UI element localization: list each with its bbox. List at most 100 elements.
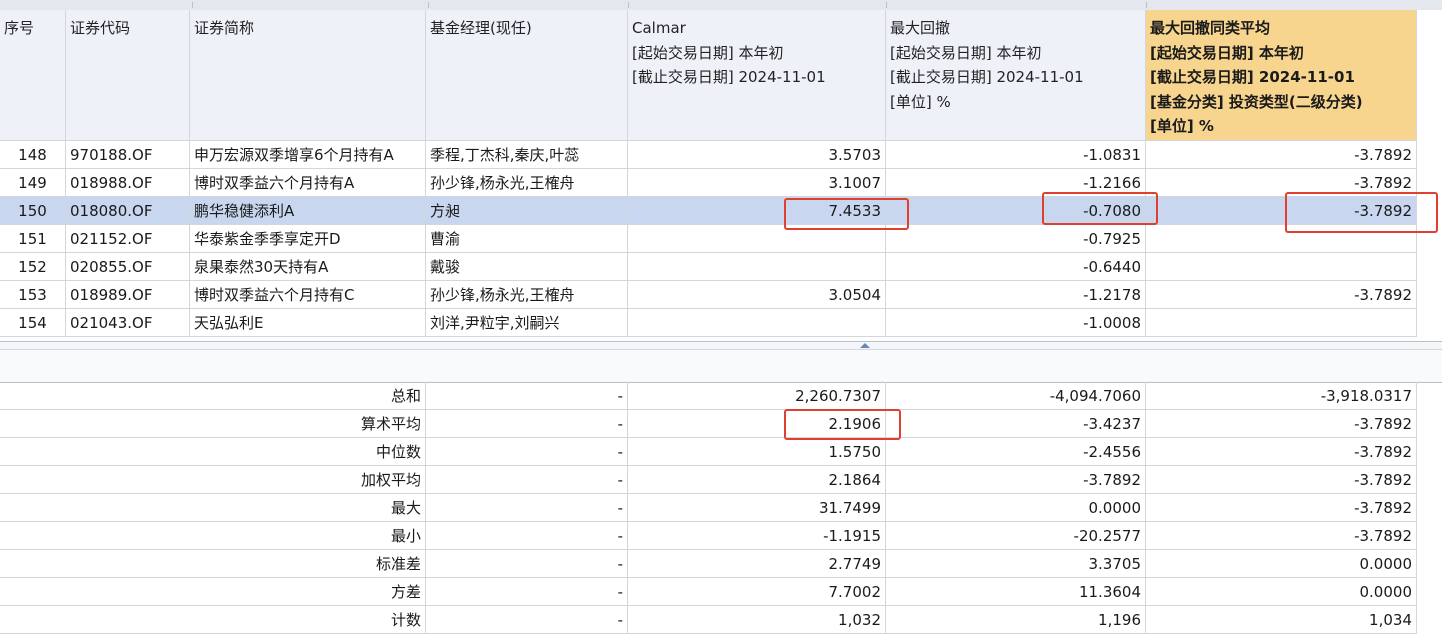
summary-row: 中位数 - 1.5750 -2.4556 -3.7892 bbox=[0, 438, 1417, 466]
summary-label: 中位数 bbox=[0, 438, 426, 466]
group-header-segment bbox=[886, 2, 1147, 8]
col-header-param: [起始交易日期] 本年初 bbox=[1150, 43, 1304, 62]
col-header-param: [截止交易日期] 2024-11-01 bbox=[1150, 68, 1355, 86]
cell-manager: 戴骏 bbox=[426, 253, 628, 281]
pane-splitter[interactable] bbox=[0, 341, 1442, 383]
col-header-param: [基金分类] 投资类型(二级分类) bbox=[1150, 92, 1363, 111]
col-header-code[interactable]: 证券代码 bbox=[66, 10, 190, 141]
summary-row: 总和 - 2,260.7307 -4,094.7060 -3,918.0317 bbox=[0, 382, 1417, 410]
col-header-title: 最大回撤同类平均 bbox=[1150, 19, 1271, 37]
table-row[interactable]: 148 970188.OF 申万宏源双季增享6个月持有A 季程,丁杰科,秦庆,叶… bbox=[0, 141, 1417, 169]
col-header-label: 证券代码 bbox=[70, 19, 131, 37]
cell-max-drawdown: -0.7080 bbox=[886, 197, 1146, 225]
summary-manager: - bbox=[426, 578, 628, 606]
cell-max-drawdown: -0.6440 bbox=[886, 253, 1146, 281]
summary-manager: - bbox=[426, 494, 628, 522]
summary-max-drawdown-peer-avg: 1,034 bbox=[1146, 606, 1417, 634]
cell-max-drawdown-peer-avg bbox=[1146, 309, 1417, 337]
summary-row: 方差 - 7.7002 11.3604 0.0000 bbox=[0, 578, 1417, 606]
cell-manager: 方昶 bbox=[426, 197, 628, 225]
table-row[interactable]: 154 021043.OF 天弘弘利E 刘洋,尹粒宇,刘嗣兴 -1.0008 bbox=[0, 309, 1417, 337]
summary-manager: - bbox=[426, 550, 628, 578]
cell-seq: 151 bbox=[0, 225, 66, 253]
col-header-title: 最大回撤 bbox=[890, 19, 951, 37]
cell-calmar bbox=[628, 309, 886, 337]
cell-seq: 149 bbox=[0, 169, 66, 197]
summary-manager: - bbox=[426, 466, 628, 494]
cell-name: 博时双季益六个月持有C bbox=[190, 281, 426, 309]
cell-manager: 孙少锋,杨永光,王榷舟 bbox=[426, 281, 628, 309]
col-header-label: 序号 bbox=[4, 19, 35, 37]
summary-max-drawdown-peer-avg: -3.7892 bbox=[1146, 494, 1417, 522]
summary-calmar: 2.1864 bbox=[628, 466, 886, 494]
summary-max-drawdown-peer-avg: -3.7892 bbox=[1146, 438, 1417, 466]
summary-label: 总和 bbox=[0, 382, 426, 410]
summary-manager: - bbox=[426, 382, 628, 410]
cell-code: 021043.OF bbox=[66, 309, 190, 337]
summary-calmar: 2.1906 bbox=[628, 410, 886, 438]
summary-max-drawdown: -4,094.7060 bbox=[886, 382, 1146, 410]
summary-manager: - bbox=[426, 606, 628, 634]
summary-max-drawdown: -2.4556 bbox=[886, 438, 1146, 466]
col-header-param: [起始交易日期] 本年初 bbox=[632, 43, 784, 62]
cell-max-drawdown-peer-avg: -3.7892 bbox=[1146, 141, 1417, 169]
cell-max-drawdown-peer-avg bbox=[1146, 225, 1417, 253]
cell-code: 970188.OF bbox=[66, 141, 190, 169]
summary-manager: - bbox=[426, 410, 628, 438]
col-header-calmar[interactable]: Calmar [起始交易日期] 本年初 [截止交易日期] 2024-11-01 bbox=[628, 10, 886, 141]
col-header-max-drawdown-peer-avg[interactable]: 最大回撤同类平均 [起始交易日期] 本年初 [截止交易日期] 2024-11-0… bbox=[1146, 10, 1417, 141]
cell-code: 021152.OF bbox=[66, 225, 190, 253]
cell-max-drawdown-peer-avg: -3.7892 bbox=[1146, 197, 1417, 225]
col-header-name[interactable]: 证券简称 bbox=[190, 10, 426, 141]
cell-seq: 152 bbox=[0, 253, 66, 281]
cell-code: 020855.OF bbox=[66, 253, 190, 281]
cell-max-drawdown-peer-avg: -3.7892 bbox=[1146, 169, 1417, 197]
cell-seq: 153 bbox=[0, 281, 66, 309]
summary-max-drawdown: -3.7892 bbox=[886, 466, 1146, 494]
summary-max-drawdown: -3.4237 bbox=[886, 410, 1146, 438]
cell-calmar: 7.4533 bbox=[628, 197, 886, 225]
col-header-seq[interactable]: 序号 bbox=[0, 10, 66, 141]
collapse-caret-icon[interactable] bbox=[860, 343, 870, 348]
summary-max-drawdown-peer-avg: -3.7892 bbox=[1146, 466, 1417, 494]
summary-calmar: 2.7749 bbox=[628, 550, 886, 578]
summary-max-drawdown: 3.3705 bbox=[886, 550, 1146, 578]
col-header-title: Calmar bbox=[632, 19, 686, 37]
summary-calmar: 1,032 bbox=[628, 606, 886, 634]
table-row[interactable]: 149 018988.OF 博时双季益六个月持有A 孙少锋,杨永光,王榷舟 3.… bbox=[0, 169, 1417, 197]
col-header-label: 基金经理(现任) bbox=[430, 19, 532, 37]
summary-calmar: 7.7002 bbox=[628, 578, 886, 606]
vertical-scroll-gutter[interactable] bbox=[1417, 10, 1442, 341]
summary-calmar: 31.7499 bbox=[628, 494, 886, 522]
summary-label: 算术平均 bbox=[0, 410, 426, 438]
table-row-selected[interactable]: 150 018080.OF 鹏华稳健添利A 方昶 7.4533 -0.7080 … bbox=[0, 197, 1417, 225]
summary-max-drawdown-peer-avg: 0.0000 bbox=[1146, 550, 1417, 578]
summary-calmar: 1.5750 bbox=[628, 438, 886, 466]
summary-calmar: -1.1915 bbox=[628, 522, 886, 550]
cell-code: 018080.OF bbox=[66, 197, 190, 225]
splitter-bar bbox=[0, 349, 1442, 381]
cell-max-drawdown: -0.7925 bbox=[886, 225, 1146, 253]
header-row: 序号 证券代码 证券简称 基金经理(现任) Calmar [起始交易日期] 本年… bbox=[0, 10, 1417, 141]
summary-calmar: 2,260.7307 bbox=[628, 382, 886, 410]
table-row[interactable]: 152 020855.OF 泉果泰然30天持有A 戴骏 -0.6440 bbox=[0, 253, 1417, 281]
cell-max-drawdown-peer-avg bbox=[1146, 253, 1417, 281]
table-row[interactable]: 153 018989.OF 博时双季益六个月持有C 孙少锋,杨永光,王榷舟 3.… bbox=[0, 281, 1417, 309]
col-header-manager[interactable]: 基金经理(现任) bbox=[426, 10, 628, 141]
col-header-param: [起始交易日期] 本年初 bbox=[890, 43, 1042, 62]
summary-max-drawdown-peer-avg: 0.0000 bbox=[1146, 578, 1417, 606]
col-header-param: [单位] % bbox=[890, 92, 951, 111]
summary-label: 最小 bbox=[0, 522, 426, 550]
cell-seq: 150 bbox=[0, 197, 66, 225]
summary-manager: - bbox=[426, 522, 628, 550]
summary-label: 加权平均 bbox=[0, 466, 426, 494]
cell-code: 018988.OF bbox=[66, 169, 190, 197]
col-header-max-drawdown[interactable]: 最大回撤 [起始交易日期] 本年初 [截止交易日期] 2024-11-01 [单… bbox=[886, 10, 1146, 141]
cell-manager: 季程,丁杰科,秦庆,叶蕊 bbox=[426, 141, 628, 169]
summary-row: 计数 - 1,032 1,196 1,034 bbox=[0, 606, 1417, 634]
group-header-segment bbox=[192, 2, 429, 8]
summary-row: 最小 - -1.1915 -20.2577 -3.7892 bbox=[0, 522, 1417, 550]
cell-name: 泉果泰然30天持有A bbox=[190, 253, 426, 281]
table-row[interactable]: 151 021152.OF 华泰紫金季季享定开D 曹渝 -0.7925 bbox=[0, 225, 1417, 253]
summary-row: 算术平均 - 2.1906 -3.4237 -3.7892 bbox=[0, 410, 1417, 438]
